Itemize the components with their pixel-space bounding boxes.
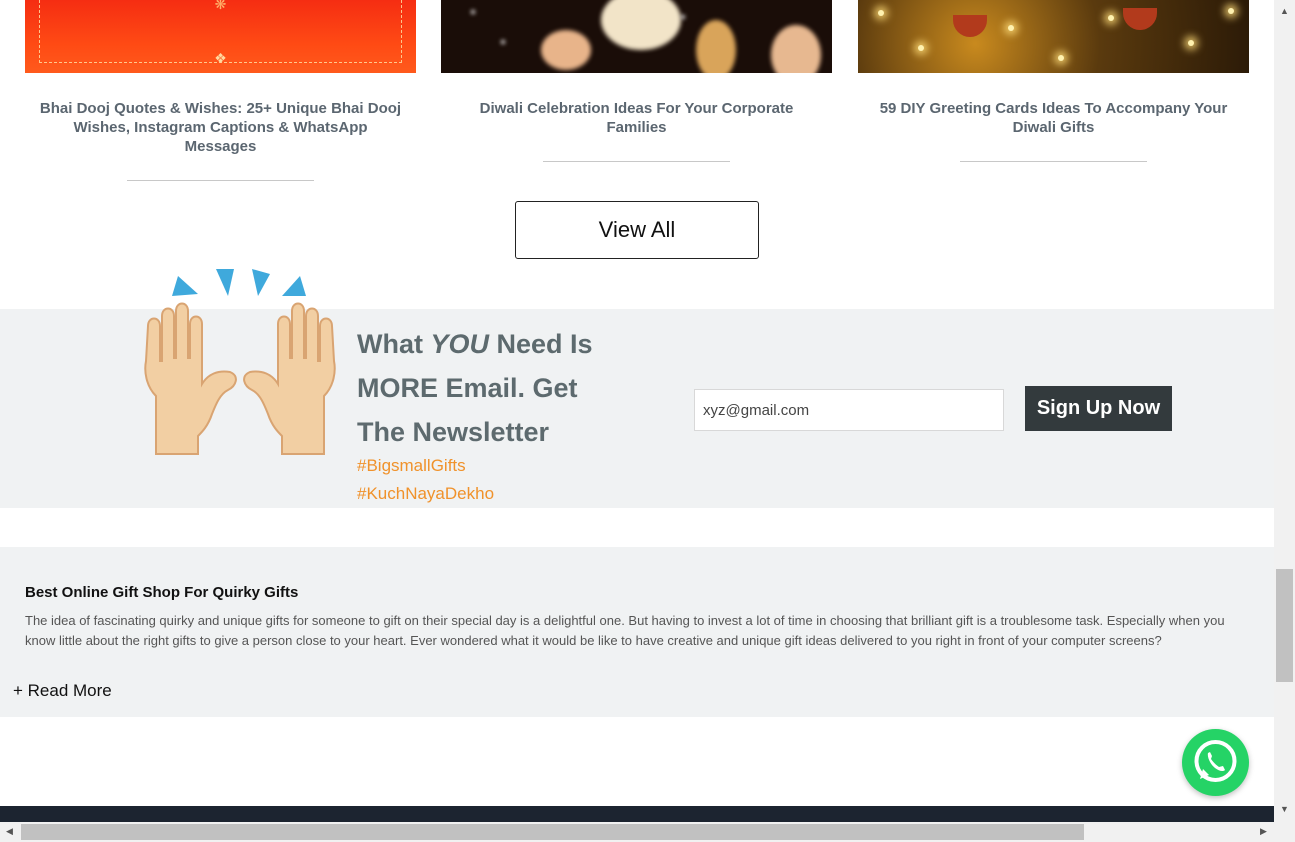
blog-card-image[interactable] [441,0,832,73]
footer [0,806,1274,822]
blog-card[interactable]: ❋ ❖ Bhai Dooj Quotes & Wishes: 25+ Uniqu… [25,0,416,181]
hashtag-link[interactable]: #BigsmallGifts [357,456,466,476]
horizontal-scroll-thumb[interactable] [21,824,1084,840]
blog-card[interactable]: Diwali Celebration Ideas For Your Corpor… [441,0,832,162]
scroll-left-icon[interactable]: ◀ [6,826,13,837]
read-more-link[interactable]: + Read More [13,681,112,701]
page: ❋ ❖ Bhai Dooj Quotes & Wishes: 25+ Uniqu… [0,0,1274,822]
hashtag-link[interactable]: #KuchNayaDekho [357,484,494,504]
email-field[interactable] [694,389,1004,431]
scroll-down-icon[interactable]: ▼ [1280,804,1289,814]
blog-card-title[interactable]: Diwali Celebration Ideas For Your Corpor… [441,99,832,137]
about-section: Best Online Gift Shop For Quirky Gifts T… [0,547,1274,717]
blog-card-title[interactable]: Bhai Dooj Quotes & Wishes: 25+ Unique Bh… [25,99,416,156]
ornament-icon: ❋ [214,0,227,12]
sign-up-button[interactable]: Sign Up Now [1025,386,1172,431]
blog-card-image[interactable] [858,0,1249,73]
about-body: The idea of fascinating quirky and uniqu… [25,613,1225,648]
divider [543,161,730,162]
ornament-icon: ❖ [214,50,227,66]
blog-card-title[interactable]: 59 DIY Greeting Cards Ideas To Accompany… [858,99,1249,137]
scroll-right-icon[interactable]: ▶ [1260,826,1267,837]
newsletter-heading: What YOU Need Is MORE Email. Get The New… [357,329,593,447]
vertical-scroll-thumb[interactable] [1276,569,1293,682]
whatsapp-icon [1194,740,1237,782]
divider [127,180,314,181]
divider [960,161,1147,162]
about-heading: Best Online Gift Shop For Quirky Gifts [25,584,299,601]
whatsapp-button[interactable] [1182,729,1249,796]
raised-hands-icon [144,269,336,455]
vertical-scrollbar[interactable] [1274,0,1295,822]
view-all-button[interactable]: View All [515,201,759,259]
blog-card-image[interactable]: ❋ ❖ [25,0,416,73]
blog-card[interactable]: 59 DIY Greeting Cards Ideas To Accompany… [858,0,1249,162]
scroll-up-icon[interactable]: ▲ [1280,6,1289,16]
